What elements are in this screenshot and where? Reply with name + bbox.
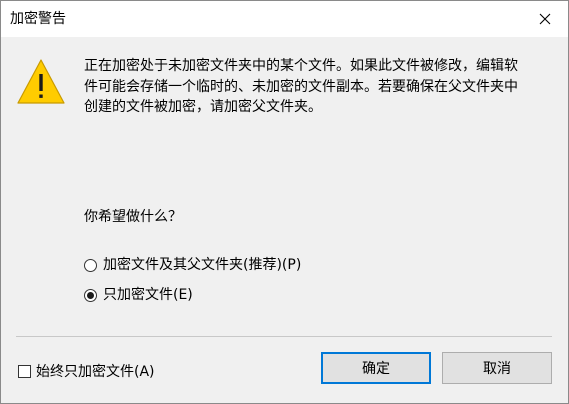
checkbox-box[interactable] [18, 364, 31, 378]
message-line: 件可能会存储一个临时的、未加密的文件副本。若要确保在父文件夹中 [84, 78, 518, 95]
radio-label: 加密文件及其父文件夹(推荐)(P) [103, 257, 302, 273]
radio-encrypt-file-only[interactable]: 只加密文件(E) [84, 285, 193, 305]
divider [16, 336, 552, 337]
message-line: 创建的文件被加密，请加密父文件夹。 [84, 99, 322, 115]
message-line: 正在加密处于未加密文件夹中的某个文件。如果此文件被修改，编辑软 [84, 58, 518, 74]
warning-message: 正在加密处于未加密文件夹中的某个文件。如果此文件被修改，编辑软 件可能会存储一个… [84, 56, 554, 118]
radio-circle-selected[interactable] [84, 288, 97, 302]
checkbox-label: 始终只加密文件(A) [36, 364, 155, 380]
radio-label: 只加密文件(E) [103, 287, 193, 303]
ok-button[interactable]: 确定 [321, 352, 431, 384]
always-encrypt-file-only-checkbox[interactable]: 始终只加密文件(A) [18, 361, 155, 381]
close-button[interactable] [522, 1, 568, 37]
warning-icon [17, 59, 65, 104]
close-icon [539, 13, 551, 25]
encryption-warning-dialog: 加密警告 正在加密处于未加密文件夹中的某个文件。如果此文件被修改，编辑软 件可能… [0, 0, 569, 404]
window-title: 加密警告 [10, 11, 66, 27]
radio-circle[interactable] [84, 258, 97, 272]
question-label: 你希望做什么？ [84, 209, 182, 225]
title-bar: 加密警告 [1, 1, 568, 37]
cancel-button[interactable]: 取消 [442, 352, 552, 384]
radio-encrypt-file-and-parent[interactable]: 加密文件及其父文件夹(推荐)(P) [84, 255, 301, 275]
